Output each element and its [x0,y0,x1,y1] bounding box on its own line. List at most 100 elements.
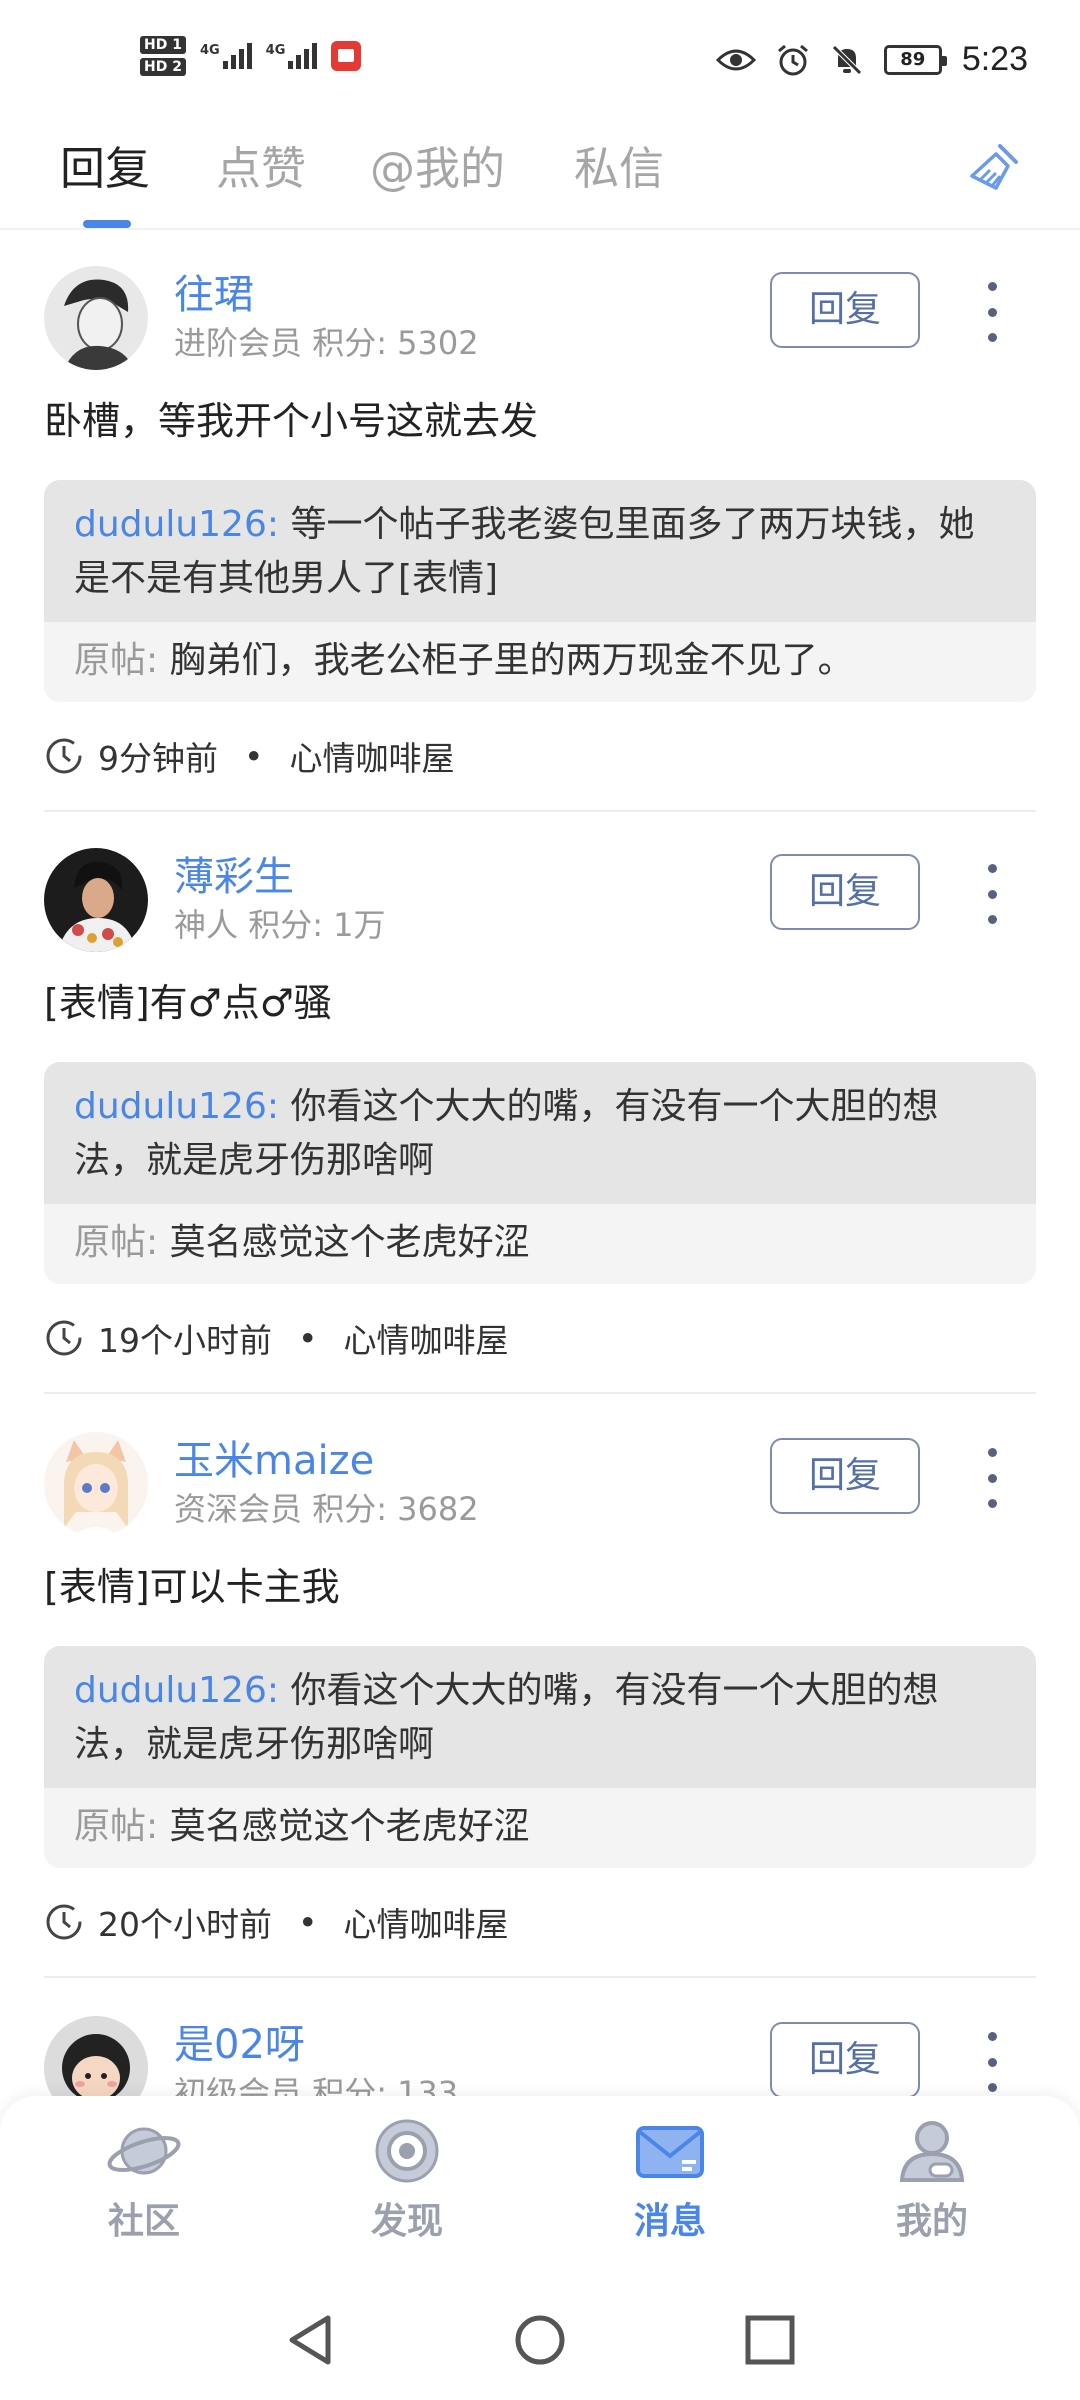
sim1-badge: HD 1 [140,36,186,54]
home-icon[interactable] [512,2310,568,2370]
reply-button[interactable]: 回复 [770,854,920,930]
reply-button[interactable]: 回复 [770,2022,920,2098]
clock-icon [46,1904,82,1940]
avatar[interactable] [44,266,148,370]
tab-private-messages[interactable]: 私信 [574,132,664,197]
clock-icon [46,738,82,774]
quote-author: dudulu126: [74,1670,279,1711]
quote-author: dudulu126: [74,1086,279,1127]
quote-text-block: dudulu126: 你看这个大大的嘴，有没有一个大胆的想法，就是虎牙伤那啥啊 [44,1646,1036,1788]
nav-community[interactable]: 社区 [64,2116,224,2244]
more-options-icon[interactable] [982,2032,1002,2092]
nav-discover[interactable]: 发现 [327,2116,487,2244]
status-right: 89 5:23 [715,40,1028,79]
battery-indicator: 89 [883,44,947,75]
reply-footer: 20个小时前 • 心情咖啡屋 [44,1898,508,1946]
user-meta: 资深会员 积分: 3682 [174,1484,479,1530]
reply-footer: 9分钟前 • 心情咖啡屋 [44,732,454,780]
reply-button[interactable]: 回复 [770,272,920,348]
quote-text-block: dudulu126: 等一个帖子我老婆包里面多了两万块钱，她是不是有其他男人了[… [44,480,1036,622]
tab-replies[interactable]: 回复 [60,132,150,197]
separator-dot: • [298,1318,318,1358]
origin-text: 莫名感觉这个老虎好涩 [169,1806,530,1847]
origin-post: 原帖: 莫名感觉这个老虎好涩 [44,1204,1036,1284]
separator-dot: • [244,736,264,776]
nav-label: 发现 [370,2201,443,2242]
divider [44,1976,1036,1978]
divider [44,810,1036,812]
reply-content: 卧槽，等我开个小号这就去发 [44,399,539,443]
sim2-badge: HD 2 [140,58,186,76]
nav-label: 社区 [107,2201,180,2242]
divider [44,1392,1036,1394]
nav-label: 消息 [633,2201,706,2242]
recents-icon[interactable] [742,2310,798,2370]
nav-label: 我的 [895,2201,968,2242]
status-left: HD 1 HD 2 4G 4G [140,36,362,76]
reply-time: 20个小时前 [98,1905,272,1944]
tab-likes[interactable]: 点赞 [216,132,306,197]
signal-icon: 4G [200,43,252,69]
broom-icon[interactable] [966,140,1022,196]
user-level: 进阶会员 [174,324,303,362]
status-time: 5:23 [961,40,1028,78]
avatar[interactable] [44,848,148,952]
separator-dot: • [298,1902,318,1942]
origin-text: 莫名感觉这个老虎好涩 [169,1222,530,1263]
quoted-comment[interactable]: dudulu126: 你看这个大大的嘴，有没有一个大胆的想法，就是虎牙伤那啥啊 … [44,1646,1036,1868]
eye-icon [715,49,756,70]
reply-footer: 19个小时前 • 心情咖啡屋 [44,1314,508,1362]
tab-mentions[interactable]: @我的 [370,132,505,197]
board-name[interactable]: 心情咖啡屋 [343,1898,508,1946]
sim-indicators: HD 1 HD 2 [140,36,186,76]
discover-icon [375,2119,439,2183]
origin-text: 胸弟们，我老公柜子里的两万现金不见了。 [169,640,854,681]
quoted-comment[interactable]: dudulu126: 你看这个大大的嘴，有没有一个大胆的想法，就是虎牙伤那啥啊 … [44,1062,1036,1284]
reply-content: [表情]有♂点♂骚 [44,981,332,1025]
score-label: 积分: [312,324,387,362]
active-tab-indicator [83,220,131,228]
score-label: 积分: [248,906,323,944]
signal-icon: 4G [266,43,318,69]
user-level: 资深会员 [174,1490,303,1528]
more-options-icon[interactable] [982,864,1002,924]
notification-app-icon [331,41,362,71]
planet-icon [107,2127,181,2175]
back-icon[interactable] [282,2310,338,2370]
clock-icon [46,1320,82,1356]
system-navigation [0,2282,1080,2400]
mute-icon [832,44,862,75]
reply-time: 9分钟前 [98,739,218,778]
username[interactable]: 往珺 [174,262,254,320]
user-score: 3682 [397,1490,479,1528]
origin-label: 原帖: [74,640,159,681]
more-options-icon[interactable] [982,1448,1002,1508]
board-name[interactable]: 心情咖啡屋 [289,732,454,780]
username[interactable]: 是02呀 [174,2012,305,2070]
profile-icon [899,2121,965,2182]
more-options-icon[interactable] [982,282,1002,342]
board-name[interactable]: 心情咖啡屋 [343,1314,508,1362]
quote-author: dudulu126: [74,504,279,545]
reply-button[interactable]: 回复 [770,1438,920,1514]
bottom-navigation: 社区 发现 消息 我的 [0,2096,1080,2282]
quote-text-block: dudulu126: 你看这个大大的嘴，有没有一个大胆的想法，就是虎牙伤那啥啊 [44,1062,1036,1204]
user-level: 神人 [174,906,239,944]
user-meta: 神人 积分: 1万 [174,900,386,946]
score-label: 积分: [312,1490,387,1528]
username[interactable]: 玉米maize [174,1428,374,1486]
nav-profile[interactable]: 我的 [852,2116,1012,2244]
origin-post: 原帖: 莫名感觉这个老虎好涩 [44,1788,1036,1868]
mail-icon [636,2126,704,2178]
username[interactable]: 薄彩生 [174,844,294,902]
quoted-comment[interactable]: dudulu126: 等一个帖子我老婆包里面多了两万块钱，她是不是有其他男人了[… [44,480,1036,702]
user-score: 1万 [333,906,386,944]
origin-label: 原帖: [74,1222,159,1263]
nav-messages[interactable]: 消息 [590,2116,750,2244]
avatar[interactable] [44,1432,148,1536]
status-bar: HD 1 HD 2 4G 4G 89 5:23 [0,0,1080,120]
alarm-icon [777,44,808,75]
user-score: 5302 [397,324,479,362]
message-tabs: 回复 点赞 @我的 私信 [0,120,1080,230]
origin-label: 原帖: [74,1806,159,1847]
